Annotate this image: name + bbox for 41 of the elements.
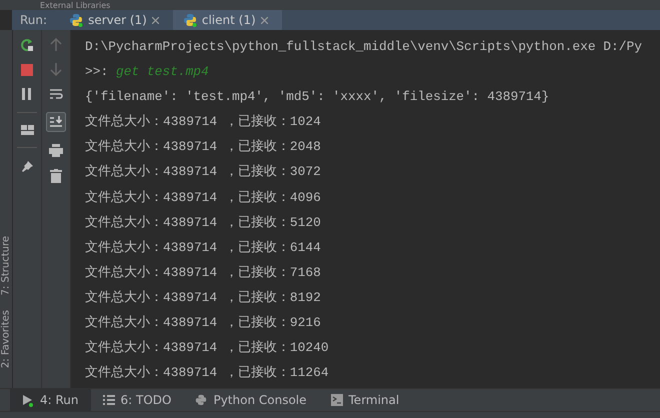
run-icon — [22, 394, 34, 406]
pin-icon[interactable] — [20, 160, 34, 173]
python-icon — [69, 13, 84, 27]
console-line: 文件总大小：4389714 ，已接收：8192 — [85, 288, 322, 307]
pause-icon[interactable] — [22, 88, 32, 100]
close-icon[interactable] — [260, 16, 268, 24]
console-line: 文件总大小：4389714 ，已接收：6144 — [85, 238, 322, 257]
print-icon[interactable] — [49, 144, 63, 157]
scroll-to-end-icon[interactable] — [46, 112, 66, 132]
wrap-icon[interactable] — [49, 88, 63, 100]
console-line: {'filename': 'test.mp4', 'md5': 'xxxx', 'filesize': 4389714} — [85, 88, 550, 106]
tool-window-tab[interactable]: Python Console — [183, 389, 319, 411]
run-tab[interactable]: server (1) — [59, 10, 173, 30]
prompt: >>: — [85, 64, 110, 80]
console-line: 文件总大小：4389714 ，已接收：9216 — [85, 314, 322, 332]
tool-window-tab[interactable]: 6: TODO — [90, 389, 184, 411]
list-icon — [102, 395, 115, 405]
terminal-icon — [330, 394, 343, 406]
close-icon[interactable] — [152, 16, 159, 24]
input-text: get test.mp4 — [116, 64, 209, 80]
trash-icon[interactable] — [50, 169, 62, 183]
run-tab[interactable]: client (1) — [172, 10, 282, 30]
python-icon — [195, 394, 208, 406]
console-line: 文件总大小：4389714 ，已接收：11264 — [85, 364, 330, 382]
tree-item[interactable]: External Libraries — [40, 0, 110, 10]
rerun-icon[interactable] — [20, 38, 34, 52]
tool-window-tab[interactable]: Terminal — [318, 389, 412, 411]
tool-window-tab[interactable]: 4: Run — [10, 389, 91, 411]
console-line: 文件总大小：4389714 ，已接收：3072 — [85, 163, 322, 182]
console-line: 文件总大小：4389714 ，已接收：10240 — [85, 339, 330, 358]
console-line: 文件总大小：4389714 ，已接收：4096 — [85, 188, 322, 207]
console-line: D:\PycharmProjects\python_fullstack_middle\venv\Scripts\python.exe D:/Py — [85, 38, 643, 56]
console-line: 文件总大小：4389714 ，已接收：1024 — [85, 113, 322, 132]
layout-icon[interactable] — [20, 125, 34, 135]
side-tab[interactable]: 2: Favorites — [0, 310, 12, 368]
run-label: Run: — [19, 13, 48, 27]
console-line: 文件总大小：4389714 ，已接收：2048 — [85, 138, 322, 156]
python-icon — [182, 13, 197, 27]
console-line: 文件总大小：4389714 ，已接收：5120 — [85, 214, 322, 232]
side-tab[interactable]: 7: Structure — [0, 236, 12, 296]
console-line: 文件总大小：4389714 ，已接收：7168 — [85, 264, 322, 282]
